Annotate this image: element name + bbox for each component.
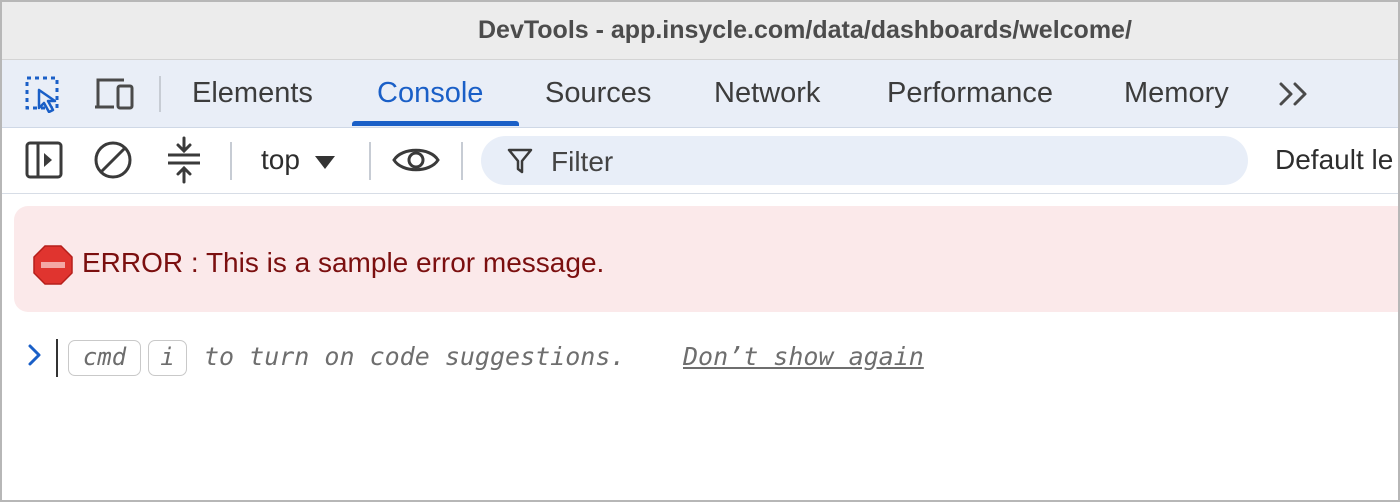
context-value: top bbox=[261, 144, 300, 175]
toolbar-separator bbox=[369, 142, 371, 180]
context-selector[interactable]: top bbox=[261, 144, 336, 176]
tab-elements[interactable]: Elements bbox=[192, 77, 313, 110]
show-sidebar-icon[interactable] bbox=[25, 141, 63, 179]
code-suggestions-hint: to turn on code suggestions. bbox=[204, 342, 626, 371]
tab-performance[interactable]: Performance bbox=[887, 77, 1053, 110]
error-text: ERROR : This is a sample error message. bbox=[82, 247, 605, 278]
error-stop-icon bbox=[33, 245, 73, 285]
window-title: DevTools - app.insycle.com/data/dashboar… bbox=[478, 16, 1132, 44]
console-output: ERROR : This is a sample error message. … bbox=[2, 194, 1398, 500]
devtools-window: DevTools - app.insycle.com/data/dashboar… bbox=[0, 0, 1400, 502]
filter-icon bbox=[507, 148, 533, 174]
device-toolbar-icon[interactable] bbox=[94, 76, 136, 112]
dropdown-triangle-icon bbox=[314, 155, 335, 169]
key-hint-i: i bbox=[148, 340, 187, 376]
text-cursor bbox=[56, 339, 58, 377]
toolbar-separator bbox=[461, 142, 463, 180]
tab-sources[interactable]: Sources bbox=[545, 77, 651, 110]
more-tabs-icon[interactable] bbox=[1278, 80, 1312, 108]
collapse-groups-icon[interactable] bbox=[165, 136, 203, 184]
inspect-element-icon[interactable] bbox=[24, 75, 64, 113]
live-expression-icon[interactable] bbox=[392, 144, 440, 176]
panel-tab-bar: Elements Console Sources Network Perform… bbox=[2, 60, 1398, 128]
tab-memory[interactable]: Memory bbox=[1124, 77, 1229, 110]
toolbar-separator bbox=[230, 142, 232, 180]
title-bar: DevTools - app.insycle.com/data/dashboar… bbox=[2, 2, 1398, 60]
filter-placeholder: Filter bbox=[551, 146, 614, 177]
console-toolbar: top Filter Default le bbox=[2, 128, 1398, 194]
tab-console[interactable]: Console bbox=[377, 77, 483, 110]
error-message-row[interactable]: ERROR : This is a sample error message. bbox=[14, 206, 1398, 312]
prompt-chevron-icon bbox=[28, 344, 41, 366]
tab-network[interactable]: Network bbox=[714, 77, 820, 110]
dont-show-again-link[interactable]: Don’t show again bbox=[683, 342, 924, 371]
log-levels-dropdown[interactable]: Default le bbox=[1275, 144, 1393, 176]
filter-input[interactable]: Filter bbox=[481, 136, 1248, 185]
clear-console-icon[interactable] bbox=[93, 140, 133, 180]
tabbar-separator bbox=[159, 76, 161, 112]
active-tab-indicator bbox=[352, 121, 519, 126]
key-hint-cmd: cmd bbox=[68, 340, 141, 376]
